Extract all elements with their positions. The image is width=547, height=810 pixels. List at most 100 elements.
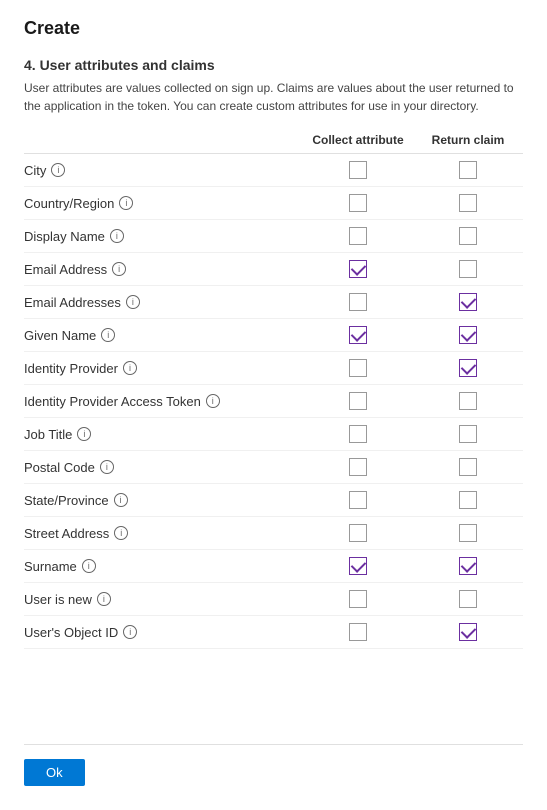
- info-icon: i: [97, 592, 111, 606]
- collect-checkbox[interactable]: [349, 260, 367, 278]
- attribute-name: Country/Region i: [24, 196, 303, 211]
- return-checkbox[interactable]: [459, 161, 477, 179]
- col-return-header: Return claim: [413, 133, 523, 147]
- collect-checkbox[interactable]: [349, 194, 367, 212]
- table-row: Country/Region i: [24, 187, 523, 220]
- ok-button[interactable]: Ok: [24, 759, 85, 786]
- return-checkbox[interactable]: [459, 392, 477, 410]
- info-icon: i: [126, 295, 140, 309]
- collect-checkbox-cell: [303, 491, 413, 509]
- collect-checkbox[interactable]: [349, 557, 367, 575]
- collect-checkbox-cell: [303, 161, 413, 179]
- table-row: Email Addresses i: [24, 286, 523, 319]
- section-title: 4. User attributes and claims: [24, 57, 523, 73]
- collect-checkbox[interactable]: [349, 623, 367, 641]
- collect-checkbox-cell: [303, 590, 413, 608]
- attribute-name: Given Name i: [24, 328, 303, 343]
- table-row: State/Province i: [24, 484, 523, 517]
- collect-checkbox-cell: [303, 260, 413, 278]
- attribute-name: Email Addresses i: [24, 295, 303, 310]
- table-row: Postal Code i: [24, 451, 523, 484]
- table-row: City i: [24, 154, 523, 187]
- collect-checkbox-cell: [303, 227, 413, 245]
- info-icon: i: [110, 229, 124, 243]
- return-checkbox-cell: [413, 194, 523, 212]
- collect-checkbox[interactable]: [349, 359, 367, 377]
- page-container: Create 4. User attributes and claims Use…: [0, 0, 547, 810]
- attribute-name: Street Address i: [24, 526, 303, 541]
- return-checkbox[interactable]: [459, 458, 477, 476]
- return-checkbox[interactable]: [459, 194, 477, 212]
- attribute-name: Identity Provider Access Token i: [24, 394, 303, 409]
- info-icon: i: [119, 196, 133, 210]
- info-icon: i: [123, 361, 137, 375]
- collect-checkbox[interactable]: [349, 227, 367, 245]
- return-checkbox[interactable]: [459, 524, 477, 542]
- return-checkbox[interactable]: [459, 359, 477, 377]
- return-checkbox-cell: [413, 623, 523, 641]
- info-icon: i: [100, 460, 114, 474]
- table-row: Surname i: [24, 550, 523, 583]
- return-checkbox-cell: [413, 458, 523, 476]
- return-checkbox-cell: [413, 227, 523, 245]
- collect-checkbox-cell: [303, 524, 413, 542]
- attribute-name: User's Object ID i: [24, 625, 303, 640]
- collect-checkbox[interactable]: [349, 326, 367, 344]
- info-icon: i: [101, 328, 115, 342]
- collect-checkbox[interactable]: [349, 524, 367, 542]
- return-checkbox-cell: [413, 260, 523, 278]
- return-checkbox-cell: [413, 557, 523, 575]
- return-checkbox[interactable]: [459, 260, 477, 278]
- attribute-name: Job Title i: [24, 427, 303, 442]
- col-collect-header: Collect attribute: [303, 133, 413, 147]
- return-checkbox[interactable]: [459, 293, 477, 311]
- collect-checkbox[interactable]: [349, 458, 367, 476]
- info-icon: i: [112, 262, 126, 276]
- collect-checkbox-cell: [303, 623, 413, 641]
- return-checkbox[interactable]: [459, 425, 477, 443]
- return-checkbox-cell: [413, 392, 523, 410]
- page-title: Create: [24, 18, 523, 39]
- collect-checkbox-cell: [303, 392, 413, 410]
- collect-checkbox[interactable]: [349, 293, 367, 311]
- return-checkbox[interactable]: [459, 491, 477, 509]
- info-icon: i: [51, 163, 65, 177]
- return-checkbox[interactable]: [459, 227, 477, 245]
- footer: Ok: [24, 744, 523, 786]
- info-icon: i: [114, 493, 128, 507]
- table-row: User is new i: [24, 583, 523, 616]
- collect-checkbox[interactable]: [349, 590, 367, 608]
- table-header: Collect attribute Return claim: [24, 133, 523, 154]
- table-row: Street Address i: [24, 517, 523, 550]
- return-checkbox-cell: [413, 524, 523, 542]
- return-checkbox-cell: [413, 293, 523, 311]
- return-checkbox[interactable]: [459, 326, 477, 344]
- attribute-name: Identity Provider i: [24, 361, 303, 376]
- return-checkbox[interactable]: [459, 590, 477, 608]
- return-checkbox-cell: [413, 161, 523, 179]
- collect-checkbox-cell: [303, 458, 413, 476]
- table-row: User's Object ID i: [24, 616, 523, 649]
- table-row: Identity Provider Access Token i: [24, 385, 523, 418]
- collect-checkbox-cell: [303, 557, 413, 575]
- attribute-name: Surname i: [24, 559, 303, 574]
- collect-checkbox[interactable]: [349, 161, 367, 179]
- return-checkbox-cell: [413, 359, 523, 377]
- attribute-name: Postal Code i: [24, 460, 303, 475]
- description: User attributes are values collected on …: [24, 79, 523, 115]
- collect-checkbox[interactable]: [349, 425, 367, 443]
- collect-checkbox[interactable]: [349, 491, 367, 509]
- return-checkbox[interactable]: [459, 623, 477, 641]
- info-icon: i: [206, 394, 220, 408]
- return-checkbox-cell: [413, 326, 523, 344]
- collect-checkbox[interactable]: [349, 392, 367, 410]
- collect-checkbox-cell: [303, 293, 413, 311]
- attribute-name: Display Name i: [24, 229, 303, 244]
- info-icon: i: [123, 625, 137, 639]
- info-icon: i: [114, 526, 128, 540]
- info-icon: i: [77, 427, 91, 441]
- table-row: Email Address i: [24, 253, 523, 286]
- collect-checkbox-cell: [303, 359, 413, 377]
- attribute-name: User is new i: [24, 592, 303, 607]
- return-checkbox[interactable]: [459, 557, 477, 575]
